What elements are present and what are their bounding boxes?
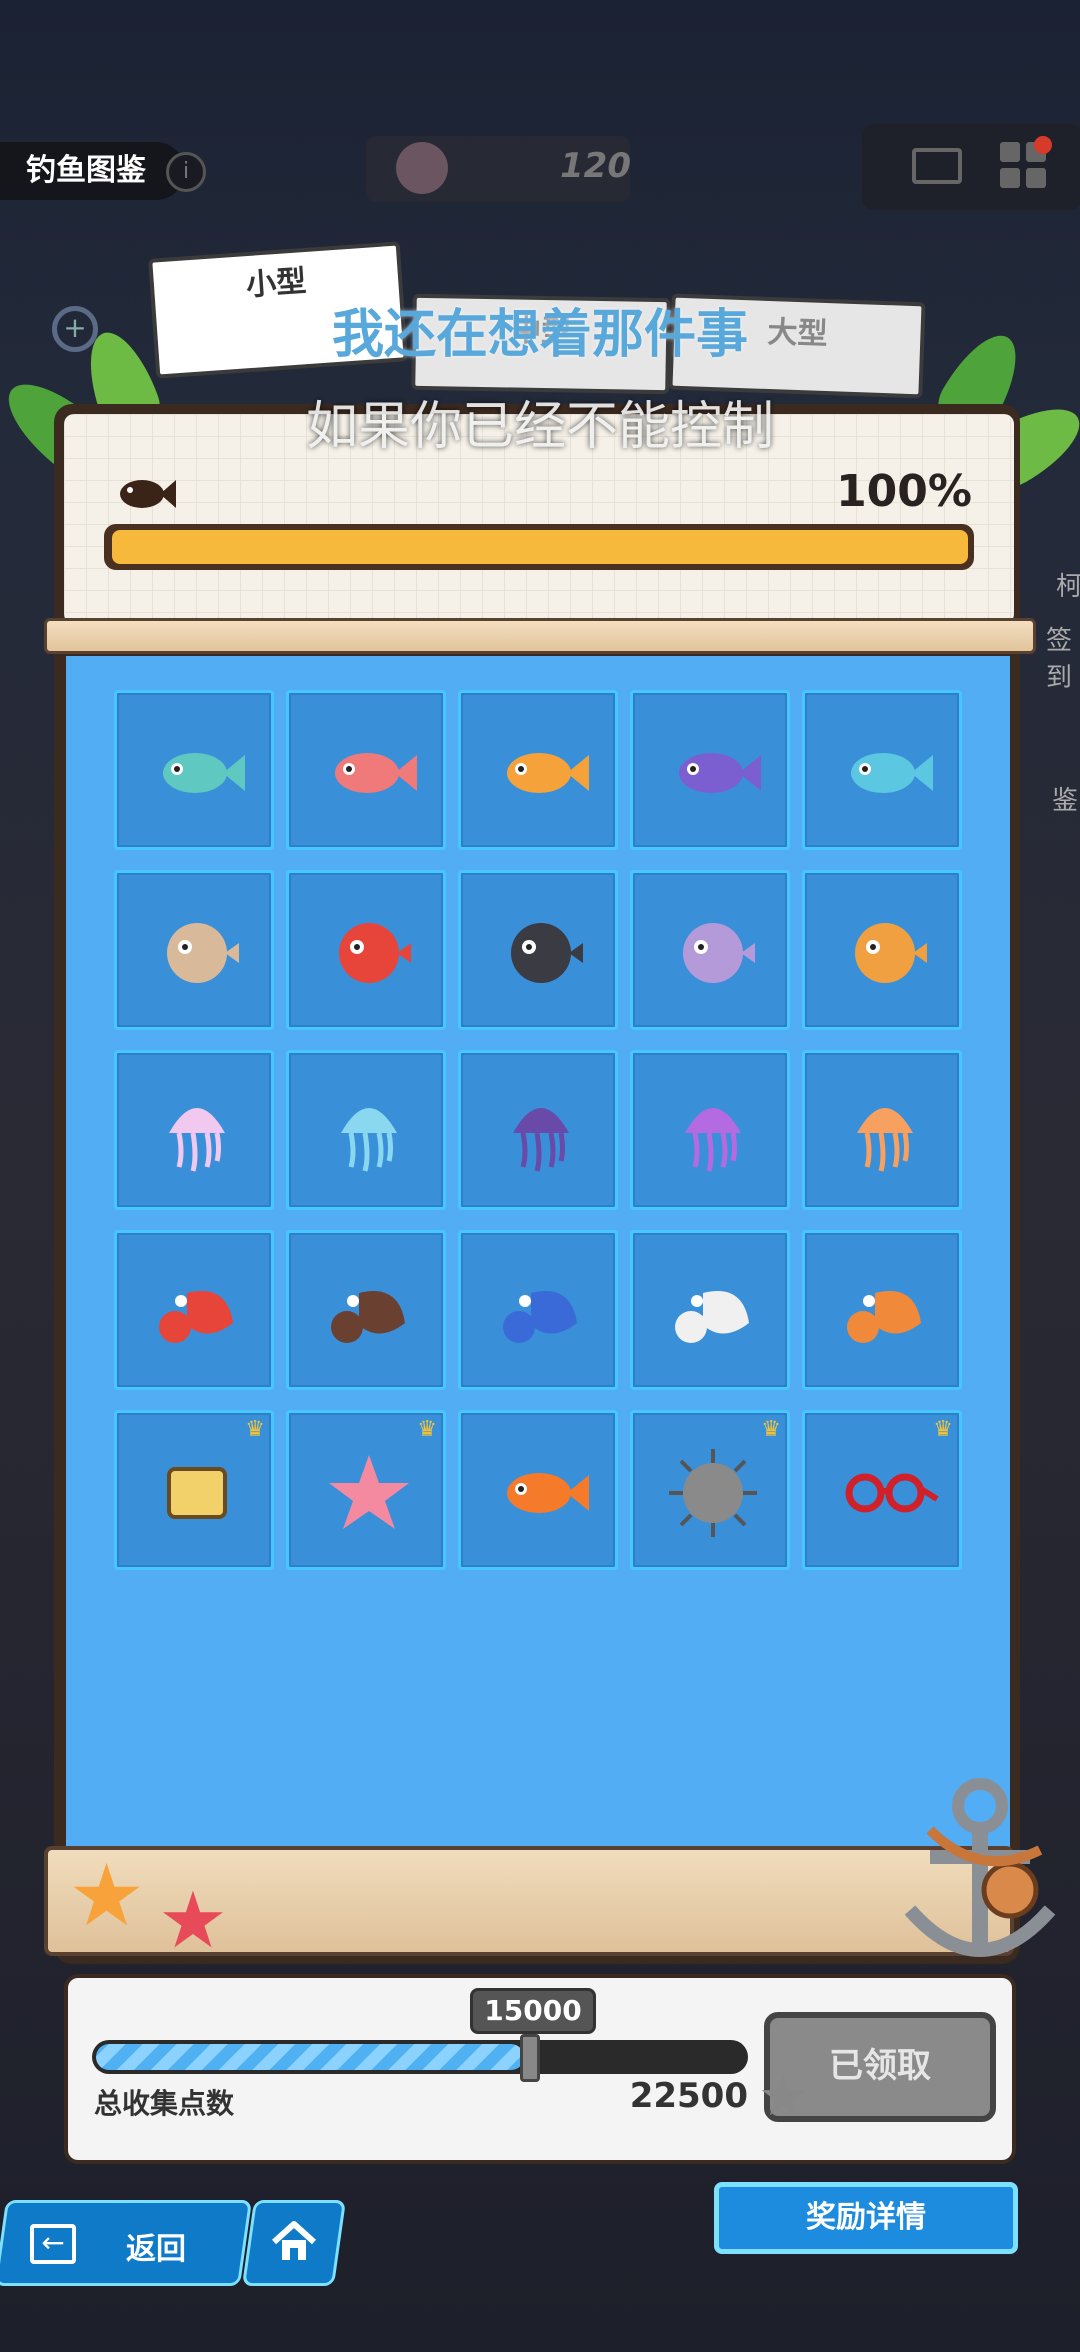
overlay-text-line2: 如果你已经不能控制 <box>305 397 774 457</box>
collection-item-jellyfish-dark-purple[interactable] <box>458 1050 618 1210</box>
pufferfish-orange-icon <box>855 923 927 983</box>
reward-details-button[interactable]: 奖励详情 <box>714 2182 1018 2254</box>
hermit-crab-blue-icon <box>503 1291 577 1343</box>
crown-icon: ♛ <box>417 1417 437 1442</box>
collection-item-pufferfish-spotted[interactable] <box>114 870 274 1030</box>
wood-plank <box>44 618 1036 654</box>
side-label: 鉴 <box>1052 786 1079 816</box>
hermit-crab-white-icon <box>675 1291 749 1343</box>
jellyfish-pink-icon <box>169 1108 225 1172</box>
collection-item-goldfish[interactable] <box>458 690 618 850</box>
collection-item-jellyfish-orange[interactable] <box>802 1050 962 1210</box>
sponge-icon <box>167 1467 227 1519</box>
notification-dot <box>1034 136 1052 154</box>
completion-percent: 100% <box>836 466 972 517</box>
collection-item-pufferfish-red[interactable] <box>286 870 446 1030</box>
collection-item-teal-fish[interactable] <box>114 690 274 850</box>
clownfish-icon <box>507 1473 589 1513</box>
jellyfish-blue-icon <box>341 1108 397 1172</box>
yellow-tail-fish-icon <box>851 753 933 793</box>
anchor-icon <box>904 1778 1056 1957</box>
collection-grid: ♛ ♛ ♛ ♛ <box>66 656 1010 1856</box>
starfish-decoration: ★ <box>158 1876 228 1966</box>
starfish-decoration: ★ <box>68 1846 146 1946</box>
goldfish-icon <box>507 753 589 793</box>
crown-icon: ♛ <box>761 1417 781 1442</box>
crown-icon: ♛ <box>933 1417 953 1442</box>
completion-bar-fill <box>112 530 968 564</box>
crown-icon: ♛ <box>245 1417 265 1442</box>
pufferfish-purple-icon <box>683 923 755 983</box>
milestone-marker <box>520 2034 540 2082</box>
currency-value: 120 <box>560 146 631 186</box>
hermit-crab-brown-icon <box>331 1291 405 1343</box>
starfish-icon: ★ <box>758 2064 809 2129</box>
overlay-text-line1: 我还在想着那件事 <box>331 305 748 365</box>
collection-item-jellyfish-violet[interactable] <box>630 1050 790 1210</box>
points-bar-fill <box>96 2044 524 2070</box>
collection-item-urchin-fish[interactable]: ♛ <box>630 1410 790 1570</box>
collection-item-starfish[interactable]: ♛ <box>286 1410 446 1570</box>
jellyfish-dark-purple-icon <box>513 1108 569 1172</box>
mail-icon[interactable] <box>912 148 962 184</box>
collection-item-hermit-crab-white[interactable] <box>630 1230 790 1390</box>
collection-item-pufferfish-dark[interactable] <box>458 870 618 1030</box>
side-label: 签到 <box>1046 626 1073 693</box>
avatar-icon <box>396 142 448 194</box>
starfish-icon <box>329 1455 409 1529</box>
hermit-crab-orange-icon <box>847 1291 921 1343</box>
betta-fish-icon <box>679 753 761 793</box>
collection-item-red-glasses[interactable]: ♛ <box>802 1410 962 1570</box>
collection-item-jellyfish-blue[interactable] <box>286 1050 446 1210</box>
urchin-fish-icon <box>669 1449 757 1537</box>
teal-fish-icon <box>163 753 245 793</box>
fish-icon <box>120 480 176 508</box>
points-label: 总收集点数 <box>94 2087 235 2120</box>
exit-icon[interactable]: ← <box>30 2224 76 2264</box>
collection-item-pufferfish-orange[interactable] <box>802 870 962 1030</box>
points-total: 22500 <box>629 2076 748 2116</box>
jellyfish-violet-icon <box>685 1108 741 1172</box>
home-icon[interactable] <box>270 2218 318 2266</box>
page-title: 钓鱼图鉴 <box>0 142 185 200</box>
collection-item-sponge[interactable]: ♛ <box>114 1410 274 1570</box>
info-icon[interactable]: i <box>166 152 206 192</box>
collection-item-pink-fish[interactable] <box>286 690 446 850</box>
pufferfish-red-icon <box>339 923 411 983</box>
collection-item-betta-fish[interactable] <box>630 690 790 850</box>
collection-item-hermit-crab-brown[interactable] <box>286 1230 446 1390</box>
pufferfish-spotted-icon <box>167 923 239 983</box>
jellyfish-orange-icon <box>857 1108 913 1172</box>
back-label[interactable]: 返回 <box>126 2224 186 2268</box>
collection-item-hermit-crab-blue[interactable] <box>458 1230 618 1390</box>
collection-item-hermit-crab-orange[interactable] <box>802 1230 962 1390</box>
side-label: 柯 <box>1056 572 1080 602</box>
milestone-label: 15000 <box>470 1988 596 2034</box>
red-glasses-icon <box>845 1473 939 1513</box>
collection-item-clownfish[interactable] <box>458 1410 618 1570</box>
hermit-crab-red-icon <box>159 1291 233 1343</box>
pink-fish-icon <box>335 753 417 793</box>
collection-item-hermit-crab-red[interactable] <box>114 1230 274 1390</box>
collection-item-pufferfish-purple[interactable] <box>630 870 790 1030</box>
pufferfish-dark-icon <box>511 923 583 983</box>
collection-item-jellyfish-pink[interactable] <box>114 1050 274 1210</box>
collection-item-yellow-tail-fish[interactable] <box>802 690 962 850</box>
